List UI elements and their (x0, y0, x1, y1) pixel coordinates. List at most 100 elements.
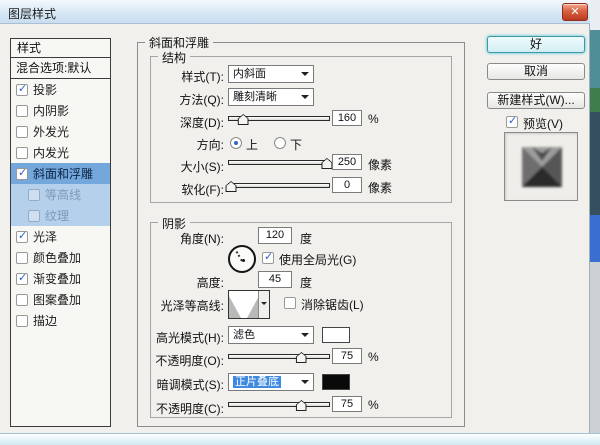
sidebar-item-9[interactable]: 渐变叠加 (11, 268, 110, 289)
background-fragment (590, 88, 600, 112)
sidebar-item-3[interactable]: 内发光 (11, 142, 110, 163)
effect-label: 斜面和浮雕 (33, 165, 93, 182)
close-button[interactable]: ✕ (562, 3, 588, 21)
preview-label: 预览(V) (523, 115, 563, 132)
effect-checkbox[interactable] (16, 315, 28, 327)
close-icon: ✕ (570, 6, 579, 18)
shadow-opacity-field[interactable]: 75 (332, 396, 362, 412)
altitude-unit: 度 (300, 274, 312, 291)
soften-value-field[interactable]: 0 (332, 177, 362, 193)
effect-label: 颜色叠加 (33, 249, 81, 266)
preview-checkbox[interactable] (506, 116, 518, 128)
altitude-label: 高度: (136, 274, 224, 291)
angle-dial-center (242, 259, 245, 262)
direction-label: 方向: (136, 136, 224, 153)
direction-up-radio[interactable] (230, 137, 242, 149)
effect-checkbox[interactable] (16, 231, 28, 243)
sidebar-item-0[interactable]: 投影 (11, 79, 110, 100)
slider-track[interactable] (228, 160, 330, 165)
sidebar-item-7[interactable]: 光泽 (11, 226, 110, 247)
soften-label: 软化(F): (136, 181, 224, 198)
shadow-mode-select[interactable]: 正片叠底 (228, 373, 314, 391)
effect-label: 外发光 (33, 123, 69, 140)
new-style-button[interactable]: 新建样式(W)... (487, 92, 585, 109)
bevel-preview-image (518, 143, 566, 191)
effect-checkbox[interactable] (28, 189, 40, 201)
effect-checkbox[interactable] (16, 294, 28, 306)
effect-label: 图案叠加 (33, 291, 81, 308)
chevron-down-icon (301, 72, 309, 80)
soften-unit: 像素 (368, 179, 392, 196)
angle-dial[interactable] (228, 245, 256, 273)
slider-track[interactable] (228, 354, 330, 359)
style-select[interactable]: 内斜面 (228, 65, 314, 83)
sidebar-item-11[interactable]: 描边 (11, 310, 110, 331)
depth-value-field[interactable]: 160 (332, 110, 362, 126)
highlight-opacity-slider[interactable] (228, 350, 330, 364)
effect-checkbox[interactable] (16, 147, 28, 159)
global-light-checkbox[interactable] (262, 252, 274, 264)
sidebar-item-4[interactable]: 斜面和浮雕 (11, 163, 110, 184)
slider-track[interactable] (228, 402, 330, 407)
highlight-mode-value: 滤色 (233, 329, 255, 341)
shadow-mode-value: 正片叠底 (233, 376, 281, 388)
window-title: 图层样式 (8, 5, 56, 22)
background-fragment (590, 215, 600, 262)
highlight-mode-label: 高光模式(H): (136, 329, 224, 346)
effect-checkbox[interactable] (16, 273, 28, 285)
effect-label: 渐变叠加 (33, 270, 81, 287)
size-label: 大小(S): (136, 158, 224, 175)
style-select-value: 内斜面 (233, 68, 266, 80)
effect-checkbox[interactable] (16, 126, 28, 138)
technique-select-value: 雕刻清晰 (233, 91, 277, 103)
depth-slider[interactable] (228, 112, 330, 126)
cancel-button[interactable]: 取消 (487, 63, 585, 80)
background-fragment (590, 262, 600, 433)
shadow-opacity-unit: % (368, 398, 379, 412)
technique-select[interactable]: 雕刻清晰 (228, 88, 314, 106)
effect-checkbox[interactable] (28, 210, 40, 222)
sidebar-header: 样式 (11, 39, 110, 58)
highlight-color-swatch[interactable] (322, 327, 350, 343)
anti-alias-checkbox[interactable] (284, 297, 296, 309)
direction-up-label: 上 (246, 136, 258, 153)
styles-sidebar: 样式 混合选项:默认 投影 内阴影 外发光 内发光 斜面和浮雕 等高线 纹理 光… (10, 38, 111, 427)
shadow-color-swatch[interactable] (322, 374, 350, 390)
sidebar-item-blending-options[interactable]: 混合选项:默认 (11, 58, 110, 79)
effect-label: 光泽 (33, 228, 57, 245)
effect-checkbox[interactable] (16, 168, 28, 180)
depth-unit: % (368, 112, 379, 126)
global-light-label: 使用全局光(G) (279, 251, 356, 268)
effect-label: 投影 (33, 81, 57, 98)
soften-slider[interactable] (228, 179, 330, 193)
gloss-contour-label: 光泽等高线: (136, 297, 224, 314)
sidebar-item-10[interactable]: 图案叠加 (11, 289, 110, 310)
effect-checkbox[interactable] (16, 252, 28, 264)
sidebar-item-1[interactable]: 内阴影 (11, 100, 110, 121)
altitude-value-field[interactable]: 45 (258, 271, 292, 288)
effect-label: 内阴影 (33, 102, 69, 119)
effect-checkbox[interactable] (16, 105, 28, 117)
highlight-mode-select[interactable]: 滤色 (228, 326, 314, 344)
background-fragment (590, 0, 600, 30)
shadow-opacity-slider[interactable] (228, 398, 330, 412)
sidebar-item-6[interactable]: 纹理 (11, 205, 110, 226)
sidebar-item-2[interactable]: 外发光 (11, 121, 110, 142)
depth-label: 深度(D): (136, 114, 224, 131)
direction-down-radio[interactable] (274, 137, 286, 149)
effect-checkbox[interactable] (16, 84, 28, 96)
effect-label: 内发光 (33, 144, 69, 161)
sidebar-item-8[interactable]: 颜色叠加 (11, 247, 110, 268)
title-bar[interactable]: 图层样式 ✕ (0, 0, 590, 24)
size-slider[interactable] (228, 156, 330, 170)
size-value-field[interactable]: 250 (332, 154, 362, 170)
sidebar-item-5[interactable]: 等高线 (11, 184, 110, 205)
sidebar-item-list: 投影 内阴影 外发光 内发光 斜面和浮雕 等高线 纹理 光泽 颜色叠加 渐变 (11, 79, 110, 331)
highlight-opacity-field[interactable]: 75 (332, 348, 362, 364)
technique-label: 方法(Q): (136, 91, 224, 108)
angle-value-field[interactable]: 120 (258, 227, 292, 244)
shadow-opacity-label: 不透明度(C): (136, 400, 224, 417)
slider-track[interactable] (228, 183, 330, 188)
gloss-contour-picker[interactable] (228, 290, 270, 319)
ok-button[interactable]: 好 (487, 36, 585, 53)
